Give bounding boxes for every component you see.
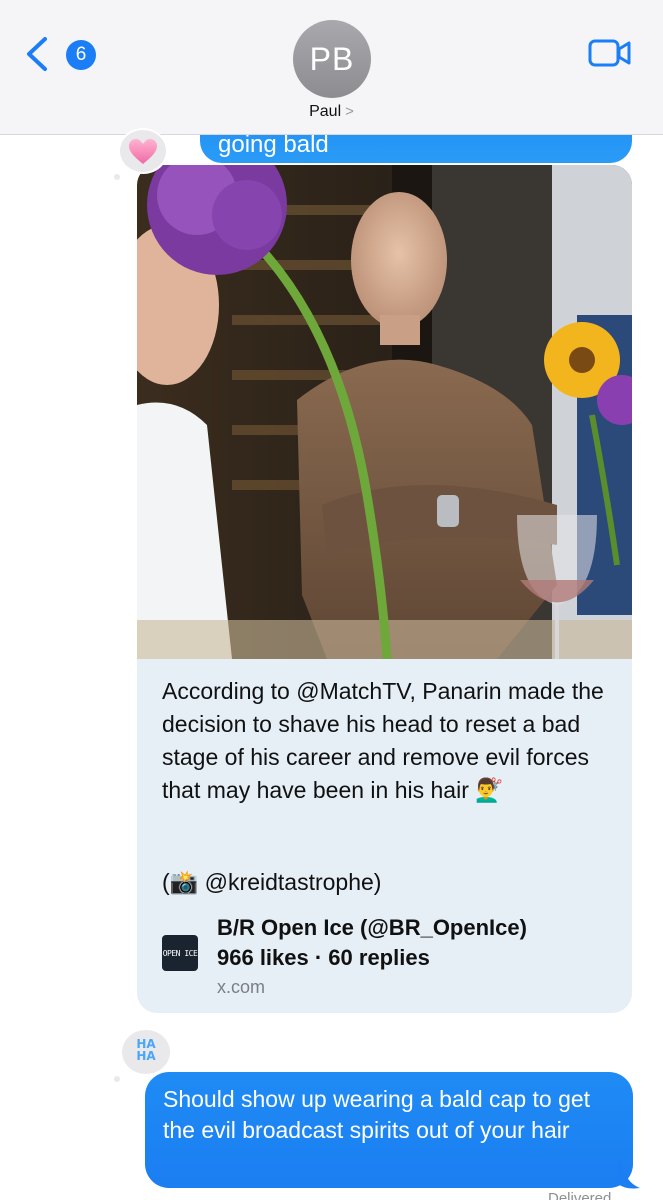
contact-avatar[interactable]: PB <box>293 20 371 98</box>
back-button[interactable]: 6 <box>20 34 96 74</box>
haha-icon: HA HA <box>136 1037 156 1063</box>
chevron-left-icon <box>27 37 47 71</box>
delivery-status: Delivered <box>548 1190 612 1200</box>
chevron-right-icon: > <box>345 103 354 120</box>
haha-tapback[interactable]: HA HA <box>112 1028 176 1088</box>
tweet-body: According to @MatchTV, Panarin made the … <box>162 678 604 803</box>
video-call-icon[interactable] <box>588 38 632 68</box>
source-logo: OPEN ICE <box>162 935 198 971</box>
source-account-name: B/R Open Ice (@BR_OpenIce) <box>217 915 527 940</box>
tweet-source[interactable]: OPEN ICE B/R Open Ice (@BR_OpenIce) 966 … <box>162 915 617 1005</box>
conversation-header: 6 PB Paul > <box>0 0 663 135</box>
photo-credit: (📸 @kreidtastrophe) <box>162 869 382 895</box>
source-stats: 966 likes · 60 replies <box>217 945 430 970</box>
sent-message[interactable]: Should show up wearing a bald cap to get… <box>145 1072 633 1188</box>
contact-name: Paul <box>309 103 342 120</box>
heart-icon <box>129 139 157 164</box>
link-preview-card[interactable]: According to @MatchTV, Panarin made the … <box>137 165 632 1013</box>
unread-count-badge: 6 <box>66 40 96 70</box>
bubble-tail <box>618 1160 640 1189</box>
previous-sent-text: going bald <box>218 131 329 158</box>
heart-tapback[interactable] <box>112 128 172 184</box>
source-domain: x.com <box>217 977 266 997</box>
tweet-photo <box>137 165 632 659</box>
contact-name-row[interactable]: Paul > <box>0 103 663 121</box>
sent-message-text: Should show up wearing a bald cap to get… <box>163 1086 591 1143</box>
